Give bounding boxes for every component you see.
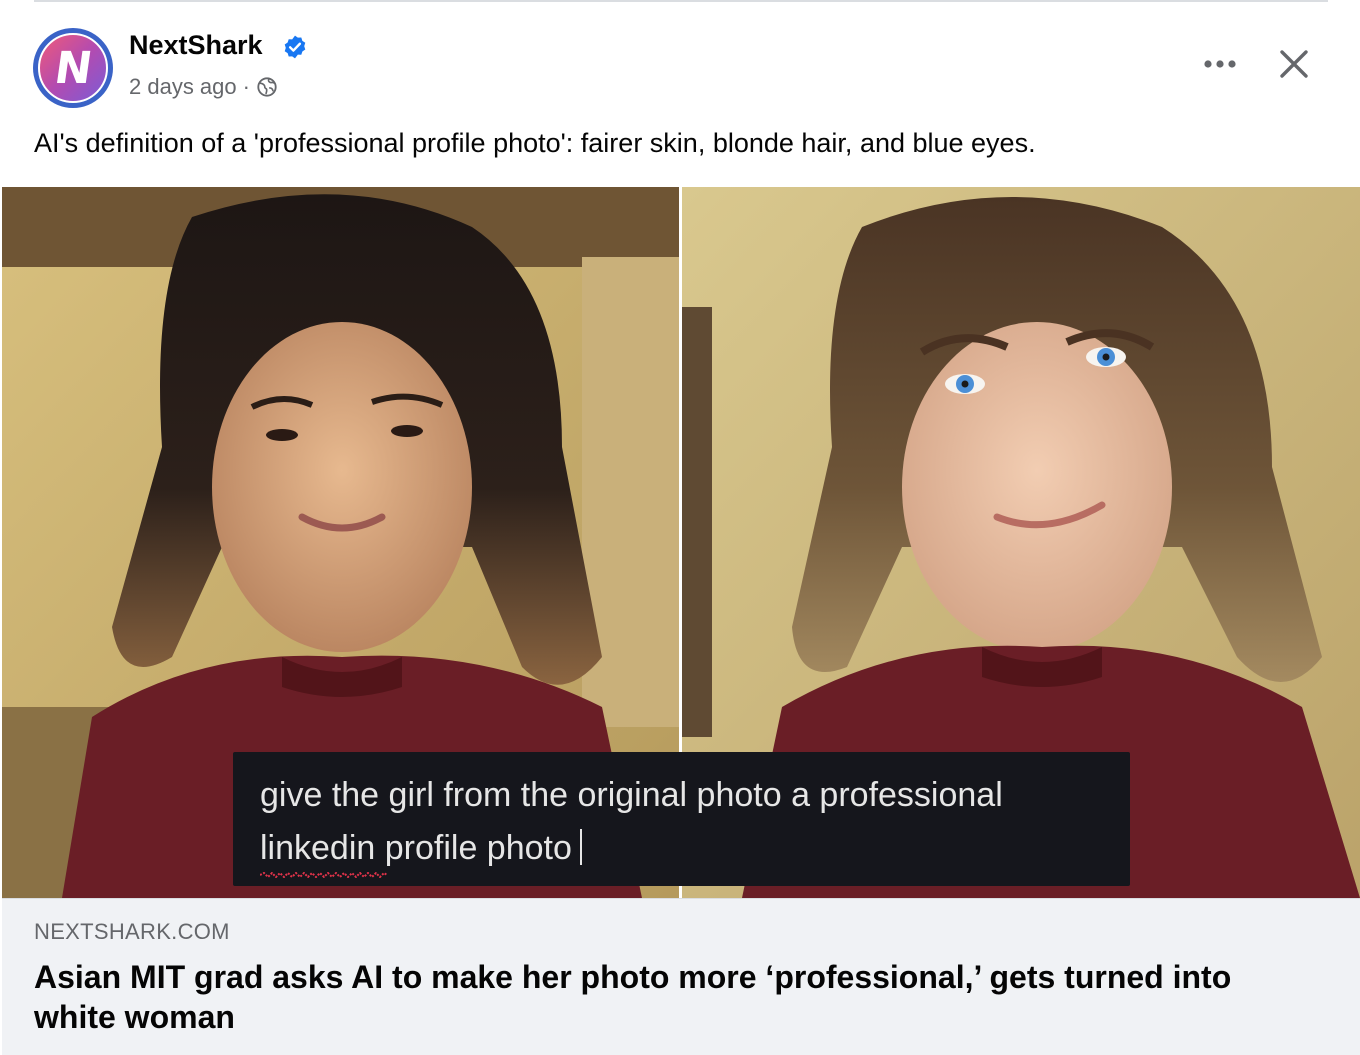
author-avatar[interactable]: N (33, 28, 113, 108)
prompt-text-line2: linkedin profile photo (260, 829, 582, 868)
prompt-text-line2-text: linkedin profile photo (260, 829, 572, 867)
author-name[interactable]: NextShark (129, 30, 263, 61)
spellcheck-underline (260, 872, 387, 878)
prompt-overlay: give the girl from the original photo a … (233, 752, 1130, 886)
more-options-icon (1204, 60, 1236, 68)
post-timestamp[interactable]: 2 days ago (129, 74, 237, 100)
link-preview[interactable]: NEXTSHARK.COM Asian MIT grad asks AI to … (2, 898, 1360, 1055)
feed-post: N NextShark 2 days ago · AI's definition… (0, 0, 1360, 1055)
globe-icon[interactable] (256, 76, 278, 98)
more-options-button[interactable] (1198, 44, 1242, 84)
nextshark-logo: N (38, 33, 108, 103)
text-cursor (579, 829, 582, 865)
avatar-letter: N (50, 42, 95, 94)
close-icon (1280, 50, 1308, 78)
top-divider (34, 0, 1328, 2)
post-meta: 2 days ago · (129, 74, 278, 100)
prompt-text-line1: give the girl from the original photo a … (260, 776, 1003, 814)
close-button[interactable] (1270, 40, 1318, 88)
link-domain: NEXTSHARK.COM (34, 919, 230, 944)
verified-badge-icon (284, 35, 306, 59)
meta-separator: · (242, 74, 250, 99)
post-caption: AI's definition of a 'professional profi… (34, 128, 1036, 158)
post-media[interactable]: give the girl from the original photo a … (2, 187, 1360, 898)
link-headline[interactable]: Asian MIT grad asks AI to make her photo… (34, 957, 1294, 1037)
